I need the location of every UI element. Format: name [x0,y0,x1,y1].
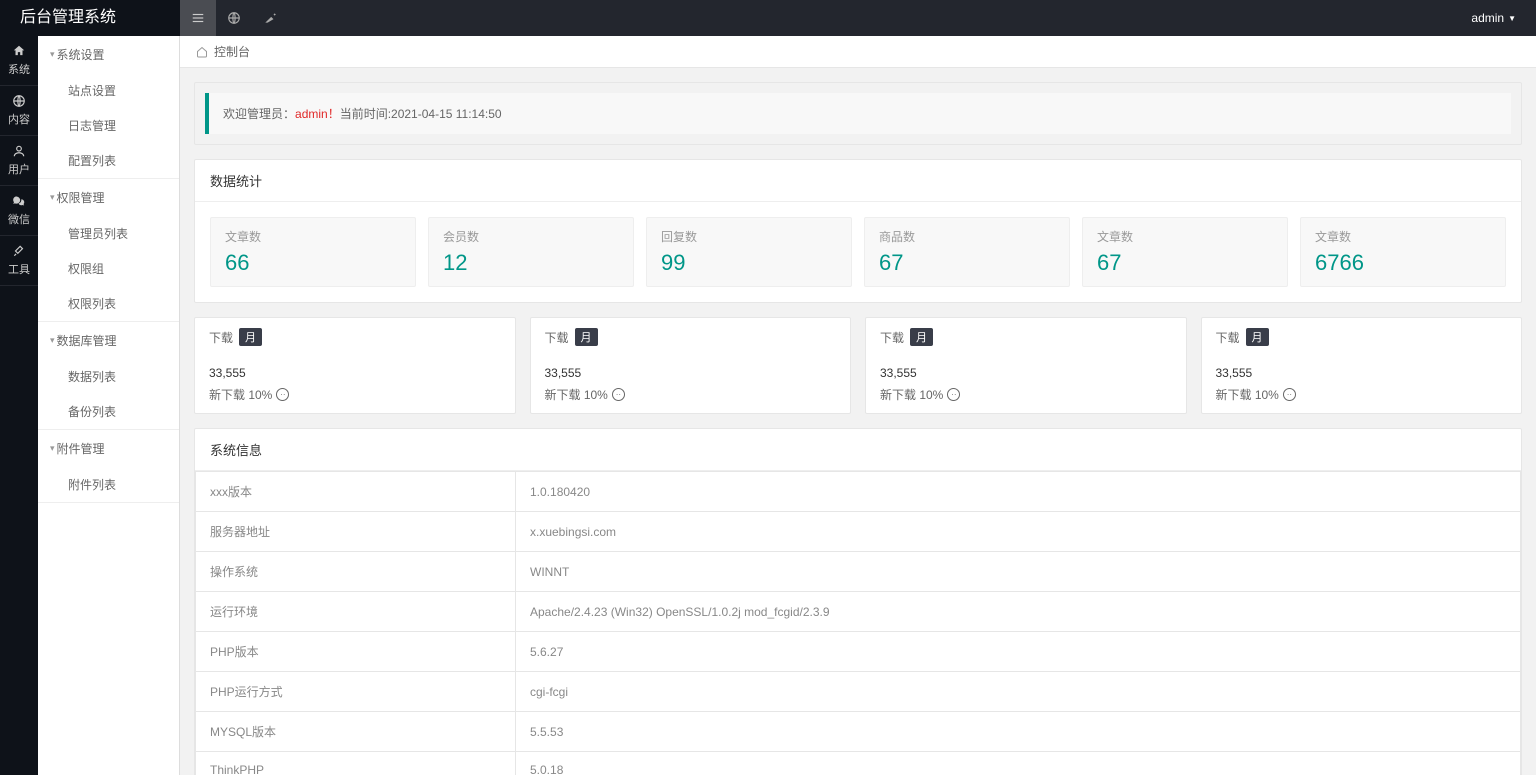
main: 控制台 欢迎管理员：admin！当前时间:2021-04-15 11:14:50… [180,36,1536,775]
download-card: 下载月33,555新下载 10% ·· [530,317,852,414]
sidebar-item-附件列表[interactable]: 附件列表 [38,467,179,502]
welcome-time: 当前时间:2021-04-15 11:14:50 [340,107,502,121]
user-name: admin [1471,11,1504,25]
chevron-down-icon: ▼ [1508,14,1516,23]
breadcrumb: 控制台 [180,36,1536,68]
sidebar-item-备份列表[interactable]: 备份列表 [38,394,179,429]
table-row: ThinkPHP5.0.18 [196,752,1521,775]
month-badge: 月 [1246,328,1269,346]
sidebar-group-数据库管理[interactable]: 数据库管理 [38,322,179,359]
breadcrumb-label: 控制台 [214,43,250,60]
table-row: xxx版本1.0.180420 [196,472,1521,512]
home-icon [196,46,208,58]
user-menu[interactable]: admin ▼ [1451,11,1536,25]
welcome-panel: 欢迎管理员：admin！当前时间:2021-04-15 11:14:50 [194,82,1522,145]
stat-card: 文章数66 [210,217,416,287]
welcome-pre: 欢迎管理员： [223,107,295,121]
sysinfo-panel: 系统信息 xxx版本1.0.180420服务器地址x.xuebingsi.com… [194,428,1522,775]
sidebar-item-数据列表[interactable]: 数据列表 [38,359,179,394]
sidebar-item-站点设置[interactable]: 站点设置 [38,73,179,108]
stats-row: 文章数66会员数12回复数99商品数67文章数67文章数6766 [210,217,1506,287]
nav-工具[interactable]: 工具 [0,236,38,286]
stat-card: 文章数6766 [1300,217,1506,287]
table-row: PHP版本5.6.27 [196,632,1521,672]
stat-card: 商品数67 [864,217,1070,287]
table-row: 运行环境Apache/2.4.23 (Win32) OpenSSL/1.0.2j… [196,592,1521,632]
stats-title: 数据统计 [195,160,1521,202]
topbar: 后台管理系统 admin ▼ [0,0,1536,36]
nav-用户[interactable]: 用户 [0,136,38,186]
sidebar-item-权限列表[interactable]: 权限列表 [38,286,179,321]
table-row: 操作系统WINNT [196,552,1521,592]
stats-panel: 数据统计 文章数66会员数12回复数99商品数67文章数67文章数6766 [194,159,1522,303]
table-row: 服务器地址x.xuebingsi.com [196,512,1521,552]
stat-card: 文章数67 [1082,217,1288,287]
stat-card: 会员数12 [428,217,634,287]
month-badge: 月 [575,328,598,346]
smile-icon: ·· [1283,388,1296,401]
sidebar-group-附件管理[interactable]: 附件管理 [38,430,179,467]
sidebar-group-系统设置[interactable]: 系统设置 [38,36,179,73]
primary-nav: 系统内容用户微信工具 [0,36,38,775]
sysinfo-title: 系统信息 [195,429,1521,471]
smile-icon: ·· [947,388,960,401]
sidebar-item-权限组[interactable]: 权限组 [38,251,179,286]
nav-内容[interactable]: 内容 [0,86,38,136]
sidebar-group-权限管理[interactable]: 权限管理 [38,179,179,216]
table-row: PHP运行方式cgi-fcgi [196,672,1521,712]
downloads-row: 下载月33,555新下载 10% ··下载月33,555新下载 10% ··下载… [194,317,1522,414]
smile-icon: ·· [276,388,289,401]
month-badge: 月 [239,328,262,346]
sysinfo-table: xxx版本1.0.180420服务器地址x.xuebingsi.com操作系统W… [195,471,1521,775]
welcome-admin: admin！ [295,107,340,121]
menu-toggle-icon[interactable] [180,0,216,36]
globe-icon[interactable] [216,0,252,36]
app-logo: 后台管理系统 [0,0,180,36]
download-card: 下载月33,555新下载 10% ·· [194,317,516,414]
month-badge: 月 [910,328,933,346]
sidebar: 系统设置站点设置日志管理配置列表权限管理管理员列表权限组权限列表数据库管理数据列… [38,36,180,775]
download-card: 下载月33,555新下载 10% ·· [865,317,1187,414]
sidebar-item-日志管理[interactable]: 日志管理 [38,108,179,143]
stat-card: 回复数99 [646,217,852,287]
sidebar-item-管理员列表[interactable]: 管理员列表 [38,216,179,251]
download-card: 下载月33,555新下载 10% ·· [1201,317,1523,414]
nav-微信[interactable]: 微信 [0,186,38,236]
smile-icon: ·· [612,388,625,401]
nav-系统[interactable]: 系统 [0,36,38,86]
sidebar-item-配置列表[interactable]: 配置列表 [38,143,179,178]
clear-cache-icon[interactable] [252,0,288,36]
table-row: MYSQL版本5.5.53 [196,712,1521,752]
